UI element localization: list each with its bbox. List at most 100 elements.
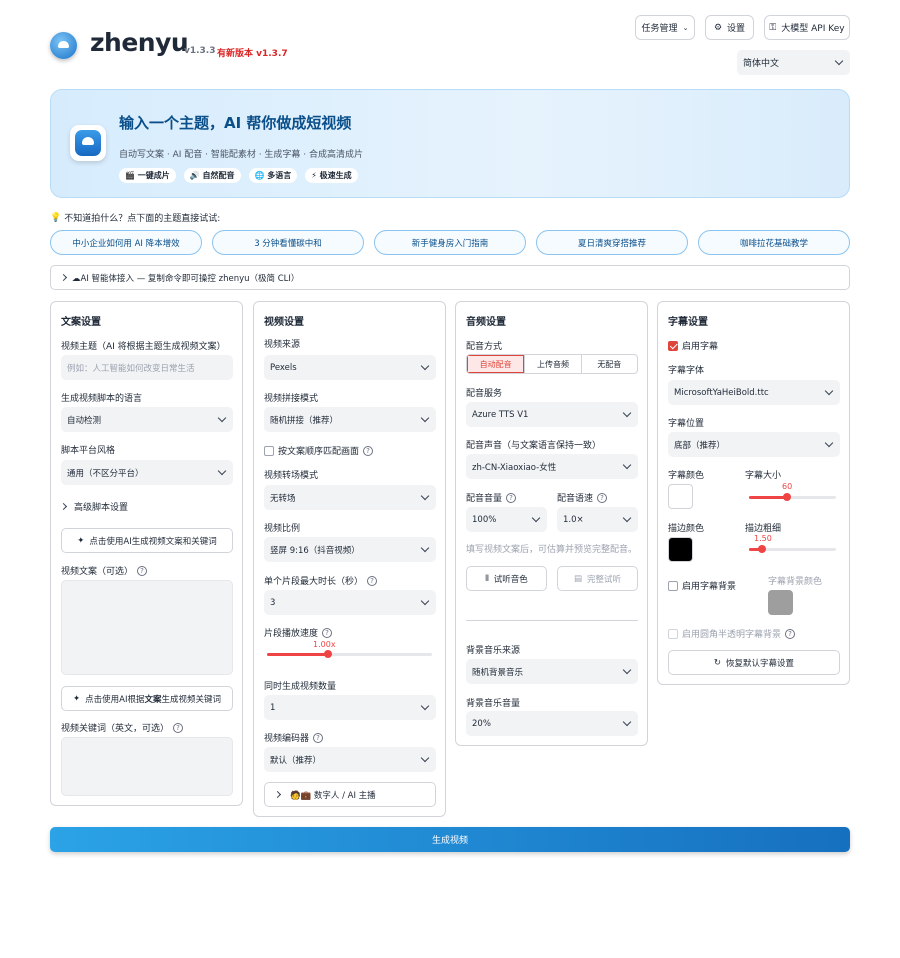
slider-knob[interactable] [324,650,333,658]
stroke-width-label: 描边粗细 [745,524,782,534]
cli-expander[interactable]: ☁AI 智能体接入 — 复制命令即可操控 zhenyu（极简 CLI） [50,265,850,290]
new-version-link[interactable]: 有新版本 v1.3.7 [217,46,288,59]
help-icon[interactable]: ? [173,722,184,733]
checkbox-icon[interactable] [668,628,678,639]
tts-service-label: 配音服务 [466,389,503,399]
codec-label: 视频编码器 ? [264,731,324,744]
count-select[interactable]: 1 [264,695,436,720]
clip-duration-select[interactable]: 3 [264,590,436,615]
generate-video-button[interactable]: 生成视频 [50,827,850,852]
stroke-width-slider[interactable] [749,545,836,553]
text-color-label: 字幕颜色 [668,471,705,481]
panel-title: 文案设置 [61,317,101,328]
slider-fill [267,653,329,656]
subject-input[interactable]: 例如：人工智能如何改变日常生活 [61,355,233,380]
task-menu-button[interactable]: 任务管理 ⌄ [635,15,695,40]
rate-label: 配音语速 ? [557,491,608,504]
settings-button[interactable]: ⚙ 设置 [705,15,754,40]
speed-label-text: 片段播放速度 [264,629,319,639]
position-select[interactable]: 底部（推荐） [668,432,840,457]
script-textarea[interactable] [61,580,233,675]
voice-select[interactable]: zh-CN-Xiaoxiao-女性 [466,454,638,479]
reset-subtitle-button[interactable]: ↻ 恢复默认字幕设置 [668,650,840,675]
help-icon[interactable]: ? [363,445,374,456]
try-voice-button[interactable]: ⫴ 试听音色 [466,566,547,591]
checkbox-icon[interactable] [668,580,678,591]
bgm-label: 背景音乐来源 [466,646,521,656]
api-key-button[interactable]: ⚿ 大模型 API Key [764,15,850,40]
bgm-select[interactable]: 随机背景音乐 [466,659,638,684]
avatar-expander[interactable]: 🧑💼 数字人 / AI 主播 [264,782,436,807]
topic-chip[interactable]: 咖啡拉花基础教学 [698,230,850,255]
ratio-label: 视频比例 [264,524,301,534]
speed-label: 片段播放速度 ? [264,626,333,639]
help-icon[interactable]: ? [506,492,517,503]
chevron-down-icon [834,56,844,66]
mode-upload-tab[interactable]: 上传音频 [524,355,580,373]
count-label: 同时生成视频数量 [264,682,337,692]
advanced-expander[interactable]: 高级脚本设置 [59,500,128,513]
try-voice-label: 试听音色 [493,574,528,585]
font-select[interactable]: MicrosoftYaHeiBold.ttc [668,380,840,405]
transition-select[interactable]: 无转场 [264,485,436,510]
slider-knob[interactable] [783,493,792,501]
stroke-color-swatch[interactable] [668,537,693,562]
voice-mode-label: 配音方式 [466,342,503,352]
bgm-volume-select[interactable]: 20% [466,711,638,736]
style-select[interactable]: 通用（不区分平台） [61,460,233,485]
panel-title: 字幕设置 [668,317,708,328]
ai-generate-keywords-button[interactable]: ✦ 点击使用AI根据 文案 生成视频关键词 [61,686,233,711]
concat-select[interactable]: 随机拼接（推荐） [264,407,436,432]
speed-slider[interactable] [267,650,432,658]
round-bg-checkbox[interactable]: 启用圆角半透明字幕背景 ? [668,627,796,640]
topic-chip[interactable]: 中小企业如何用 AI 降本增效 [50,230,202,255]
volume-label: 配音音量 ? [466,491,517,504]
checkbox-icon[interactable] [264,445,274,456]
language-select[interactable]: 简体中文 [737,50,850,75]
size-slider[interactable] [749,493,836,501]
slider-fill [749,496,788,499]
topic-chip[interactable]: 夏日清爽穿搭推荐 [536,230,688,255]
chevron-down-icon [824,438,834,448]
mode-auto-tab[interactable]: 自动配音 [467,355,525,373]
ai-generate-script-button[interactable]: ✦ 点击使用AI生成视频文案和关键词 [61,528,233,553]
stroke-color-label: 描边颜色 [668,524,705,534]
help-icon[interactable]: ? [597,492,608,503]
help-icon[interactable]: ? [785,628,796,639]
font-label: 字幕字体 [668,366,705,376]
codec-select[interactable]: 默认（推荐） [264,747,436,772]
help-icon[interactable]: ? [137,565,148,576]
mode-none-tab[interactable]: 无配音 [580,355,637,373]
chevron-down-icon [622,408,632,418]
script-lang-select[interactable]: 自动检测 [61,407,233,432]
keywords-textarea[interactable] [61,737,233,796]
chevron-down-icon [420,543,430,553]
text-color-swatch[interactable] [668,484,693,509]
sparkle-icon: ✦ [77,535,85,546]
style-value: 通用（不区分平台） [67,468,144,479]
tts-service-select[interactable]: Azure TTS V1 [466,402,638,427]
help-icon[interactable]: ? [313,732,324,743]
chevron-down-icon [420,753,430,763]
enable-subtitle-checkbox[interactable]: 启用字幕 [668,339,718,352]
volume-select[interactable]: 100% [466,507,547,532]
panel-title: 音频设置 [466,317,506,328]
voice-value: zh-CN-Xiaoxiao-女性 [472,462,557,473]
hero-title: 输入一个主题，AI 帮你做成短视频 [119,114,352,132]
chevron-down-icon [622,460,632,470]
topic-chip[interactable]: 3 分钟看懂碳中和 [212,230,364,255]
subtitle-bg-checkbox[interactable]: 启用字幕背景 [668,579,736,592]
ratio-select[interactable]: 竖屏 9:16（抖音视频） [264,537,436,562]
checkbox-checked-icon[interactable] [668,340,678,351]
cli-label: ☁AI 智能体接入 — 复制命令即可操控 zhenyu（极简 CLI） [72,273,300,284]
help-icon[interactable]: ? [367,575,378,586]
rate-select[interactable]: 1.0× [557,507,638,532]
help-icon[interactable]: ? [322,627,333,638]
match-order-checkbox[interactable]: 按文案顺序匹配画面 ? [264,444,374,457]
slider-knob[interactable] [758,545,767,553]
full-preview-button[interactable]: ▤ 完整试听 [557,566,638,591]
source-select[interactable]: Pexels [264,355,436,380]
topic-chip[interactable]: 新手健身房入门指南 [374,230,526,255]
bg-color-swatch[interactable] [768,590,793,615]
video-settings-panel: 视频设置 视频来源 Pexels 视频拼接模式 随机拼接（推荐） 按文案顺序匹配… [253,301,446,817]
